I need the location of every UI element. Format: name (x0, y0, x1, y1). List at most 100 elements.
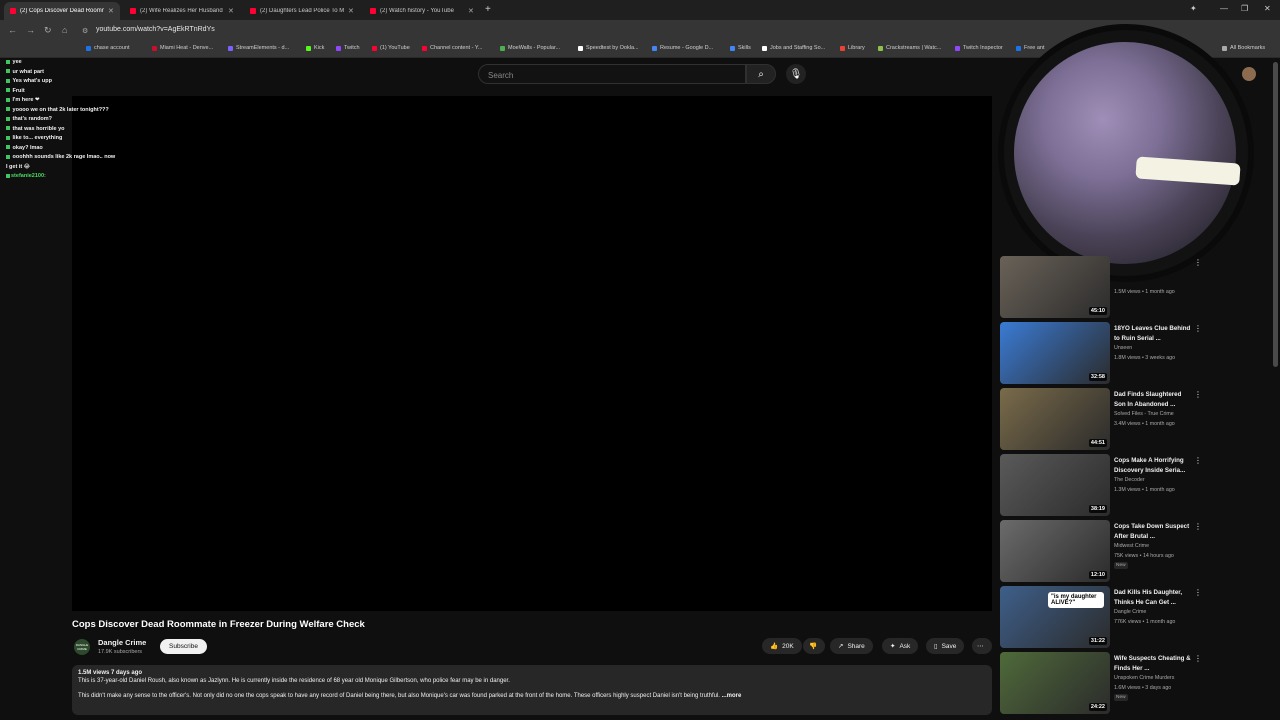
browser-tab-3[interactable]: (2) Daughters Lead Police To M ✕ (244, 2, 360, 20)
bookmark-item[interactable]: Twitch (336, 45, 360, 51)
bookmark-label: Free ant (1024, 45, 1045, 51)
tab-title: (2) Cops Discover Dead Roommate (20, 8, 104, 14)
chat-text: yee (12, 59, 22, 65)
url-field[interactable]: youtube.com/watch?v=AgEkRTnRdYs (96, 26, 215, 33)
channel-name[interactable]: Solved Files - True Crime (1114, 411, 1174, 417)
bookmark-item[interactable]: Resume - Google D... (652, 45, 713, 51)
bookmark-item[interactable]: Free ant (1016, 45, 1044, 51)
more-options-icon[interactable]: ⋮ (1194, 456, 1202, 465)
video-meta: 1.6M views • 3 days ago (1114, 685, 1172, 691)
bookmark-item[interactable]: chase account (86, 45, 129, 51)
youtube-favicon-icon (130, 8, 136, 14)
recommended-video-card[interactable]: "is my daughter ALIVE?" 31:22 Dad Kills Hi… (1000, 586, 1210, 650)
more-options-icon[interactable]: ⋮ (1194, 588, 1202, 597)
recommended-video-card[interactable]: 38:19 Cops Make A Horrifying Discovery In… (1000, 454, 1210, 518)
home-icon[interactable]: ⌂ (62, 25, 67, 35)
bookmark-item[interactable]: Speedtest by Ookla... (578, 45, 639, 51)
save-button[interactable]: ▯ Save (926, 638, 965, 654)
recommended-video-card[interactable]: 44:51 Dad Finds Slaughtered Son In Abando… (1000, 388, 1210, 452)
more-options-icon[interactable]: ⋮ (1194, 522, 1202, 531)
scrollbar[interactable] (1273, 62, 1278, 367)
bookmark-item[interactable]: Kick (306, 45, 324, 51)
account-avatar[interactable] (1242, 67, 1256, 81)
subscribe-button[interactable]: Subscribe (160, 639, 207, 654)
all-bookmarks-button[interactable]: All Bookmarks (1222, 45, 1265, 51)
bookmark-item[interactable]: Channel content - Y... (422, 45, 482, 51)
back-icon[interactable]: ← (8, 25, 17, 35)
video-duration: 24:22 (1088, 703, 1107, 711)
reload-icon[interactable]: ↻ (44, 25, 52, 36)
video-thumbnail[interactable]: 45:10 (1000, 256, 1110, 318)
video-title[interactable]: Cops Make A Horrifying Discovery Inside … (1114, 456, 1192, 475)
bookmark-item[interactable]: Jobs and Staffing So... (762, 45, 825, 51)
extensions-icon[interactable]: ✦ (1190, 4, 1197, 13)
more-options-icon[interactable]: ⋮ (1194, 324, 1202, 333)
chat-text: Yes what's upp (12, 78, 52, 84)
close-window-icon[interactable]: ✕ (1264, 4, 1271, 13)
close-tab-icon[interactable]: ✕ (468, 7, 474, 15)
show-more-link[interactable]: ...more (722, 693, 742, 699)
bookmark-item[interactable]: (1) YouTube (372, 45, 410, 51)
recommended-video-card[interactable]: 24:22 Wife Suspects Cheating & Finds Her … (1000, 652, 1210, 716)
close-tab-icon[interactable]: ✕ (228, 7, 234, 15)
search-input[interactable]: Search (478, 64, 746, 84)
close-tab-icon[interactable]: ✕ (108, 7, 114, 15)
bookmark-item[interactable]: MoeWalls - Popular... (500, 45, 560, 51)
bookmark-item[interactable]: Library (840, 45, 865, 51)
channel-avatar[interactable]: DANGLE CRIME (74, 639, 90, 655)
more-actions-button[interactable]: ⋯ (972, 638, 992, 654)
video-title[interactable]: Dad Finds Slaughtered Son In Abandoned .… (1114, 390, 1192, 409)
video-player[interactable] (72, 96, 992, 611)
channel-name[interactable]: Midwest Crime (1114, 543, 1149, 549)
bookmark-item[interactable]: Crackstreams | Watc... (878, 45, 941, 51)
chat-badge-icon (6, 173, 10, 178)
description-box[interactable]: 1.5M views 7 days ago This is 37-year-ol… (72, 665, 992, 715)
channel-name[interactable]: Unspoken Crime Murders (1114, 675, 1174, 681)
bookmark-favicon-icon (422, 45, 427, 51)
new-tab-button[interactable]: + (485, 4, 491, 15)
channel-name[interactable]: Dangle Crime (98, 638, 146, 647)
video-title[interactable]: Dad Kills His Daughter, Thinks He Can Ge… (1114, 588, 1192, 607)
bookmark-favicon-icon (306, 45, 311, 51)
minimize-icon[interactable]: — (1220, 4, 1228, 13)
maximize-icon[interactable]: ❐ (1241, 4, 1248, 13)
description-line-1: This is 37-year-old Daniel Roush, also k… (78, 678, 510, 684)
forward-icon[interactable]: → (26, 25, 35, 35)
video-title[interactable]: Wife Suspects Cheating & Finds Her ... (1114, 654, 1192, 673)
bookmark-item[interactable]: StreamElements - d... (228, 45, 289, 51)
video-thumbnail[interactable]: 38:19 (1000, 454, 1110, 516)
video-title[interactable]: 18YO Leaves Clue Behind to Ruin Serial .… (1114, 324, 1192, 343)
video-thumbnail[interactable]: 32:58 (1000, 322, 1110, 384)
voice-search-button[interactable]: 🎙 (786, 64, 806, 84)
site-info-icon[interactable]: ⚙ (82, 27, 88, 35)
search-icon: ⌕ (758, 68, 764, 80)
search-button[interactable]: ⌕ (746, 64, 776, 84)
bookmark-favicon-icon (86, 45, 91, 51)
video-thumbnail[interactable]: 44:51 (1000, 388, 1110, 450)
video-thumbnail[interactable]: "is my daughter ALIVE?" 31:22 (1000, 586, 1110, 648)
channel-name[interactable]: The Decoder (1114, 477, 1145, 483)
chat-text: okay? lmao (12, 144, 43, 151)
channel-name[interactable]: Unseen (1114, 345, 1132, 351)
bookmark-item[interactable]: Twitch Inspector (955, 45, 1003, 51)
bookmark-item[interactable]: Miami Heat - Denve... (152, 45, 213, 51)
more-options-icon[interactable]: ⋮ (1194, 390, 1202, 399)
video-thumbnail[interactable]: 24:22 (1000, 652, 1110, 714)
video-thumbnail[interactable]: 12:10 (1000, 520, 1110, 582)
browser-tab-4[interactable]: (2) Watch history - YouTube ✕ (364, 2, 480, 20)
dislike-button[interactable]: 👎 (803, 638, 825, 654)
more-options-icon[interactable]: ⋮ (1194, 654, 1202, 663)
recommended-video-card[interactable]: 32:58 18YO Leaves Clue Behind to Ruin Ser… (1000, 322, 1210, 386)
channel-name[interactable]: Dangle Crime (1114, 609, 1146, 615)
like-button[interactable]: 👍 20K (762, 638, 802, 654)
close-tab-icon[interactable]: ✕ (348, 7, 354, 15)
browser-tab-1[interactable]: (2) Cops Discover Dead Roommate ✕ (4, 2, 120, 20)
recommended-video-card[interactable]: 45:10 1.5M views • 1 month ago ⋮ (1000, 256, 1210, 320)
more-options-icon[interactable]: ⋮ (1194, 258, 1202, 267)
ask-button[interactable]: ✦ Ask (882, 638, 919, 654)
browser-tab-2[interactable]: (2) Wife Realizes Her Husband ✕ (124, 2, 240, 20)
video-title[interactable]: Cops Take Down Suspect After Brutal ... (1114, 522, 1192, 541)
recommended-video-card[interactable]: 12:10 Cops Take Down Suspect After Brutal… (1000, 520, 1210, 584)
share-button[interactable]: ↗ Share (830, 638, 873, 654)
bookmark-item[interactable]: Skills (730, 45, 751, 51)
